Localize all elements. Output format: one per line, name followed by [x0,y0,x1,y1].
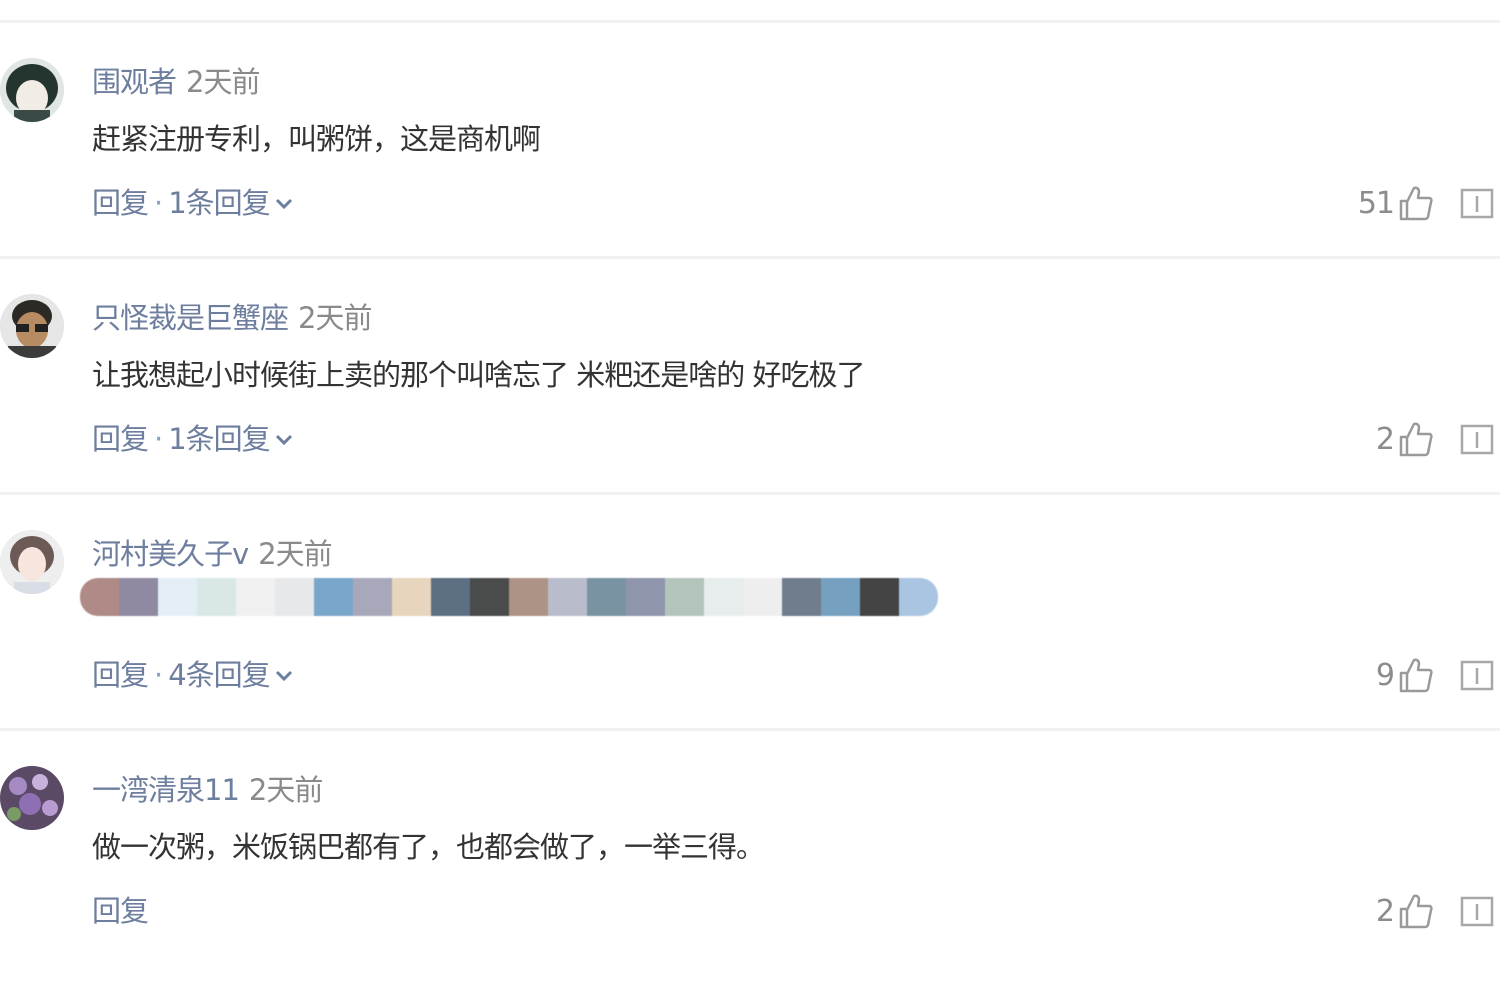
avatar[interactable] [0,294,64,358]
like-group: 2 [1376,416,1434,462]
avatar[interactable] [0,530,64,594]
mosaic-tile [587,578,626,616]
avatar-flowers-icon [0,766,64,830]
username[interactable]: 河村美久子v [92,537,249,571]
thumbs-up-icon[interactable] [1398,656,1434,694]
chevron-down-icon[interactable] [274,429,294,449]
like-count: 51 [1357,185,1395,221]
mosaic-tile [236,578,275,616]
like-count: 2 [1375,421,1395,457]
replies-count-toggle[interactable]: 1条回复 [168,418,270,460]
chevron-down-icon[interactable] [274,665,294,685]
mosaic-tile [665,578,704,616]
comment-time: 2天前 [298,301,372,335]
mosaic-tile [275,578,314,616]
mosaic-tile [860,578,899,616]
reply-button[interactable]: 回复 [92,890,149,932]
comment-text: 赶紧注册专利，叫粥饼，这是商机啊 [92,122,541,156]
comment-time: 2天前 [248,773,323,807]
like-count: 9 [1375,657,1395,693]
report-icon[interactable] [1460,894,1494,928]
mosaic-tile [119,578,158,616]
mosaic-tile [782,578,821,616]
avatar[interactable] [0,766,64,830]
comment-meta: 河村美久子v 2天前 [92,534,333,574]
mosaic-tile [314,578,353,616]
avatar[interactable] [0,58,64,122]
comment-time: 2天前 [186,65,260,99]
mosaic-tile [80,578,119,616]
comment-item: 一湾清泉11 2天前 做一次粥，米饭锅巴都有了，也都会做了，一举三得。 回复 2 [0,766,1500,1002]
report-icon[interactable] [1460,422,1494,456]
top-divider [0,20,1500,23]
separator-dot: · [154,186,163,220]
avatar-dark-hair-icon [0,58,64,122]
thumbs-up-icon[interactable] [1398,892,1434,930]
comment-text: 让我想起小时候街上卖的那个叫啥忘了 米粑还是啥的 好吃极了 [92,358,865,392]
mosaic-tile [431,578,470,616]
comment-actions: 回复 [92,890,149,932]
replies-count-toggle[interactable]: 4条回复 [168,654,270,696]
mosaic-tile [548,578,587,616]
like-group: 51 [1358,180,1434,226]
mosaic-tile [509,578,548,616]
mosaic-tile [470,578,509,616]
comment-meta: 围观者 2天前 [92,62,260,102]
mosaic-tile [626,578,665,616]
reply-button[interactable]: 回复 [92,654,149,696]
username[interactable]: 一湾清泉11 [92,773,240,807]
chevron-down-icon[interactable] [274,193,294,213]
mosaic-tile [197,578,236,616]
username[interactable]: 围观者 [92,65,177,99]
mosaic-tile [743,578,782,616]
comment-meta: 只怪裁是巨蟹座 2天前 [92,298,372,338]
comment-divider [0,256,1500,259]
replies-count-toggle[interactable]: 1条回复 [168,182,270,224]
thumbs-up-icon[interactable] [1398,420,1434,458]
reply-button[interactable]: 回复 [92,182,149,224]
username[interactable]: 只怪裁是巨蟹座 [92,301,289,335]
avatar-girl-icon [0,530,64,594]
like-group: 2 [1376,888,1434,934]
report-icon[interactable] [1460,658,1494,692]
comment-text: 做一次粥，米饭锅巴都有了，也都会做了，一举三得。 [92,830,765,864]
comment-actions: 回复 · 1条回复 [92,418,294,460]
like-group: 9 [1376,652,1434,698]
comment-meta: 一湾清泉11 2天前 [92,770,323,810]
comment-actions: 回复 · 4条回复 [92,654,294,696]
mosaic-tile [158,578,197,616]
thumbs-up-icon[interactable] [1398,184,1434,222]
separator-dot: · [154,422,163,456]
like-count: 2 [1375,893,1395,929]
mosaic-tile [899,578,938,616]
comment-divider [0,728,1500,731]
separator-dot: · [154,658,163,692]
mosaic-tile [353,578,392,616]
blurred-image-strip [80,578,938,616]
comment-time: 2天前 [258,537,332,571]
avatar-glasses-icon [0,294,64,358]
reply-button[interactable]: 回复 [92,418,149,460]
mosaic-tile [704,578,743,616]
mosaic-tile [821,578,860,616]
mosaic-tile [392,578,431,616]
comment-actions: 回复 · 1条回复 [92,182,294,224]
report-icon[interactable] [1460,186,1494,220]
comment-divider [0,492,1500,495]
